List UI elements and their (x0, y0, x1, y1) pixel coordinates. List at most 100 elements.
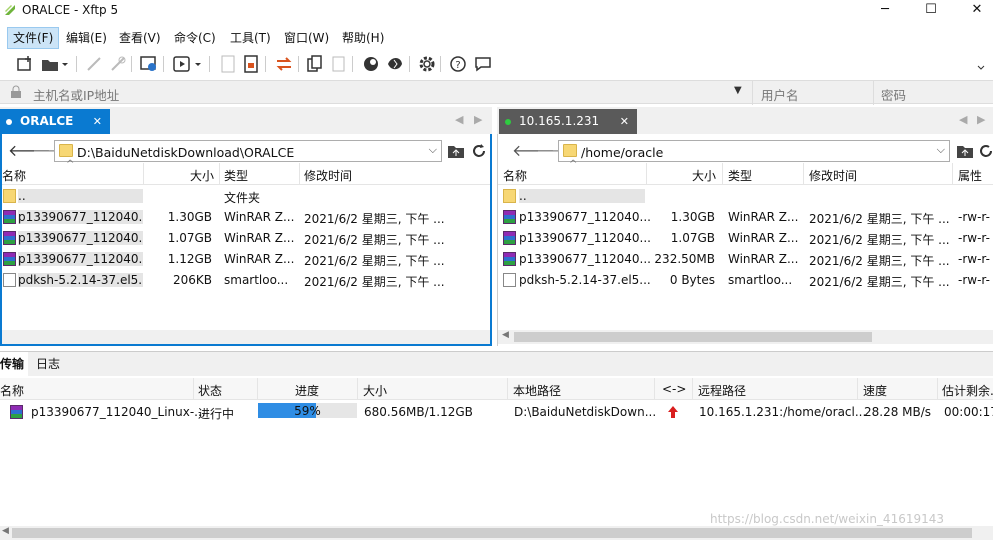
copy-icon[interactable] (305, 54, 325, 74)
download-icon[interactable] (241, 54, 261, 74)
comment-icon[interactable] (473, 54, 493, 74)
column-modified[interactable]: 修改时间 (809, 167, 857, 184)
file-row[interactable]: p13390677_112040... 232.50MB WinRAR Z... 20… (498, 249, 993, 270)
column-divider[interactable] (357, 378, 358, 400)
column-size[interactable]: 大小 (692, 167, 716, 184)
scrollbar-thumb[interactable] (12, 528, 972, 538)
column-remote-path[interactable]: 远程路径 (698, 382, 746, 399)
password-input[interactable]: 密码 (881, 85, 906, 104)
menu-tools[interactable]: 工具(T) (225, 27, 276, 49)
chevron-down-icon[interactable]: ▼ (734, 85, 742, 96)
file-row[interactable]: p13390677_112040... 1.07GB WinRAR Z... 2021… (498, 228, 993, 249)
username-input[interactable]: 用户名 (761, 85, 799, 104)
column-divider[interactable] (257, 378, 258, 400)
file-row[interactable]: p13390677_112040... 1.30GB WinRAR Z... 2021… (2, 207, 490, 228)
help-icon[interactable]: ? (448, 54, 468, 74)
chevron-down-icon[interactable] (193, 54, 203, 74)
column-name[interactable]: 名称 (0, 382, 24, 399)
file-row[interactable]: p13390677_112040... 1.07GB WinRAR Z... 2021… (2, 228, 490, 249)
menu-file[interactable]: 文件(F) (7, 27, 60, 49)
column-divider[interactable] (219, 163, 220, 185)
menu-edit[interactable]: 编辑(E) (61, 27, 112, 49)
column-divider[interactable] (143, 163, 144, 185)
file-row[interactable]: p13390677_112040... 1.12GB WinRAR Z... 2021… (2, 249, 490, 270)
column-name[interactable]: 名称 (503, 167, 527, 184)
tab-scroll-right-icon[interactable]: ▶ (474, 113, 482, 126)
host-input[interactable]: 主机名或IP地址 (33, 85, 119, 104)
column-divider[interactable] (646, 163, 647, 185)
xshell-icon[interactable] (361, 54, 381, 74)
tab-scroll-left-icon[interactable]: ◀ (455, 113, 463, 126)
column-size[interactable]: 大小 (363, 382, 387, 399)
column-divider[interactable] (937, 378, 938, 400)
xmanager-icon[interactable] (385, 54, 405, 74)
column-local-path[interactable]: 本地路径 (513, 382, 561, 399)
column-name[interactable]: 名称 (2, 167, 26, 184)
tab-log[interactable]: 日志 (36, 352, 60, 376)
maximize-button[interactable]: ☐ (908, 0, 954, 22)
column-direction[interactable]: <-> (662, 382, 686, 396)
tab-scroll-right-icon[interactable]: ▶ (977, 113, 985, 126)
file-row[interactable]: .. 文件夹 (2, 186, 490, 207)
menu-view[interactable]: 查看(V) (114, 27, 166, 49)
close-icon[interactable]: ✕ (620, 109, 629, 134)
column-speed[interactable]: 速度 (863, 382, 887, 399)
transfer-icon[interactable] (172, 54, 192, 74)
file-row[interactable]: pdksh-5.2.14-37.el5... 206KB smartloo... 20… (2, 270, 490, 291)
remote-horizontal-scrollbar[interactable]: ◀ (498, 330, 993, 344)
chevron-down-icon[interactable] (60, 54, 70, 74)
column-type[interactable]: 类型 (224, 167, 248, 184)
column-attributes[interactable]: 属性 (958, 167, 982, 184)
open-folder-icon[interactable] (40, 54, 60, 74)
toolbar-overflow-icon[interactable] (975, 54, 987, 74)
column-divider[interactable] (507, 378, 508, 400)
file-row[interactable]: p13390677_112040... 1.30GB WinRAR Z... 2021… (498, 207, 993, 228)
remote-path-input[interactable]: /home/oracle ⌵ (558, 140, 950, 162)
close-window-button[interactable]: ✕ (954, 0, 993, 22)
file-row[interactable]: pdksh-5.2.14-37.el5... 0 Bytes smartloo...… (498, 270, 993, 291)
file-type: WinRAR Z... (224, 252, 295, 266)
column-modified[interactable]: 修改时间 (304, 167, 352, 184)
tab-local-session[interactable]: ORALCE ✕ (0, 109, 110, 134)
column-divider[interactable] (654, 378, 655, 400)
gear-icon[interactable] (417, 54, 437, 74)
tab-scroll-left-icon[interactable]: ◀ (959, 113, 967, 126)
column-divider[interactable] (299, 163, 300, 185)
file-row[interactable]: .. (498, 186, 993, 207)
parent-folder-icon[interactable] (956, 143, 974, 159)
scrollbar-thumb[interactable] (514, 332, 872, 342)
column-size[interactable]: 大小 (190, 167, 214, 184)
transfer-row[interactable]: p13390677_112040_Linux-... 进行中 680.56MB/… (0, 401, 993, 423)
menu-window[interactable]: 窗口(W) (279, 27, 334, 49)
column-divider[interactable] (803, 163, 804, 185)
column-divider[interactable] (692, 378, 693, 400)
new-session-icon[interactable] (15, 54, 35, 74)
tab-transfers[interactable]: 传输 (0, 352, 28, 376)
minimize-button[interactable]: ─ (862, 0, 908, 22)
column-type[interactable]: 类型 (728, 167, 752, 184)
chevron-down-icon[interactable]: ⌵ (429, 143, 437, 157)
refresh-icon[interactable] (470, 142, 488, 160)
transfer-horizontal-scrollbar[interactable]: ◀ (0, 526, 993, 540)
chevron-down-icon[interactable]: ⌵ (937, 143, 945, 157)
sync-icon[interactable] (274, 54, 294, 74)
close-icon[interactable]: ✕ (93, 109, 102, 134)
local-horizontal-scrollbar[interactable] (2, 330, 490, 344)
session-properties-icon[interactable] (139, 54, 159, 74)
column-divider[interactable] (952, 163, 953, 185)
column-status[interactable]: 状态 (198, 382, 222, 399)
scroll-left-icon[interactable]: ◀ (2, 526, 9, 536)
column-divider[interactable] (722, 163, 723, 185)
column-eta[interactable]: 估计剩余... (942, 382, 993, 399)
column-divider[interactable] (857, 378, 858, 400)
refresh-icon[interactable] (979, 142, 993, 160)
menu-help[interactable]: 帮助(H) (337, 27, 389, 49)
tab-remote-session[interactable]: 10.165.1.231 ✕ (499, 109, 637, 134)
parent-folder-icon[interactable] (447, 143, 465, 159)
file-modified: 2021/6/2 星期三, 下午 ... (304, 254, 445, 268)
column-progress[interactable]: 进度 (295, 382, 319, 399)
scroll-left-icon[interactable]: ◀ (502, 330, 509, 340)
local-path-input[interactable]: D:\BaiduNetdiskDownload\ORALCE ⌵ (54, 140, 442, 162)
column-divider[interactable] (193, 378, 194, 400)
menu-command[interactable]: 命令(C) (169, 27, 221, 49)
